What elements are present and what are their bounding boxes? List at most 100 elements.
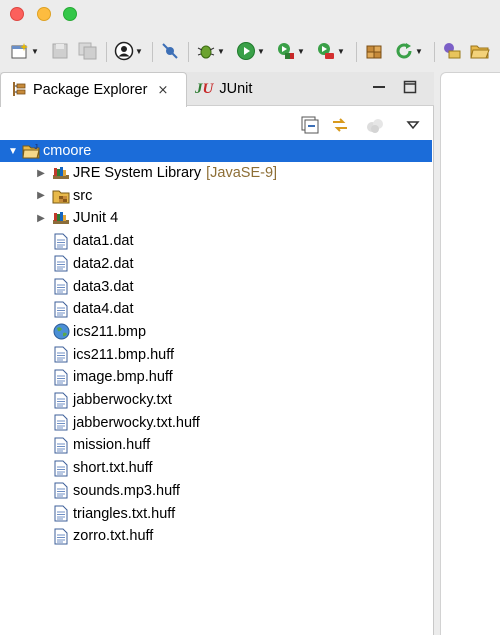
tree-item-label: data3.dat [73,278,134,295]
refresh-button[interactable]: ▼ [394,38,423,64]
tree-item[interactable]: ▶ JUnit 4 [0,207,118,229]
tree-item-label: data1.dat [73,233,134,250]
file-icon [52,482,70,500]
tree-item[interactable]: ▶ JRE System Library [JavaSE-9] [0,162,277,184]
collapsed-arrow-icon[interactable]: ▶ [34,168,48,179]
tree-item-label: mission.huff [73,437,151,454]
debug-button[interactable]: ▼ [196,38,225,64]
refresh-icon [394,41,414,61]
tree-item-label: JUnit 4 [73,210,119,227]
tab-package-explorer-label: Package Explorer [33,82,148,98]
run-icon [236,41,256,61]
tab-junit-label: JUnit [219,81,253,97]
file-icon [52,368,70,386]
run-coverage-icon [276,41,296,61]
file-icon [52,527,70,545]
toolbar-separator [106,42,107,62]
tree-item[interactable]: zorro.txt.huff [0,525,153,547]
tree-project-label: cmoore [43,143,92,159]
new-package-icon [364,41,384,61]
view-toolbar [0,110,434,138]
svg-text:J: J [34,144,38,151]
save-button[interactable] [50,38,70,64]
close-window-button[interactable] [10,7,24,21]
coverage-button[interactable]: ▼ [276,38,305,64]
package-explorer-panel: Package Explorer ⨯ JU JUnit ▼ J cmoore ▶… [0,72,434,635]
tree-item-label: data4.dat [73,301,134,318]
tree-item[interactable]: triangles.txt.huff [0,503,175,525]
tree-item[interactable]: data4.dat [0,298,133,320]
view-menu-icon [406,121,420,130]
file-icon [52,391,70,409]
collapsed-arrow-icon[interactable]: ▶ [34,190,48,201]
maximize-icon [403,80,417,94]
tree-item-label: short.txt.huff [73,460,153,477]
file-icon [52,300,70,318]
tree-item-label: src [73,187,93,204]
tree-item[interactable]: jabberwocky.txt [0,389,172,411]
tree-item-label: jabberwocky.txt [73,392,172,408]
library-icon [52,164,70,182]
file-icon [52,232,70,250]
tree-item-label: jabberwocky.txt.huff [73,414,200,431]
tree-item[interactable]: ics211.bmp [0,321,146,343]
tree-item-label: ics211.bmp.huff [73,346,175,363]
skip-breakpoints-button[interactable] [160,38,180,64]
tree-item[interactable]: image.bmp.huff [0,366,173,388]
tree-item[interactable]: ics211.bmp.huff [0,344,174,366]
external-tools-button[interactable]: ▼ [316,38,345,64]
minimize-view-button[interactable] [372,80,386,94]
focus-task-button[interactable] [364,114,386,136]
tree-item[interactable]: data2.dat [0,253,133,275]
tree-item[interactable]: short.txt.huff [0,457,153,479]
tree-item[interactable]: data1.dat [0,230,133,252]
open-type-button[interactable] [441,38,461,64]
toolbar-separator [356,42,357,62]
person-icon [114,41,134,61]
tree-item[interactable]: data3.dat [0,276,133,298]
library-icon [52,209,70,227]
globe-icon [52,323,70,341]
package-explorer-icon [11,81,27,100]
collapse-all-button[interactable] [299,114,321,136]
maximize-view-button[interactable] [403,80,417,94]
tree-item[interactable]: sounds.mp3.huff [0,480,180,502]
tree-item[interactable]: jabberwocky.txt.huff [0,412,200,434]
open-folder-button[interactable] [470,38,490,64]
tree-item[interactable]: ▶ src [0,185,92,207]
save-all-button[interactable] [78,38,98,64]
source-folder-icon [52,187,70,205]
new-package-button[interactable] [364,38,384,64]
tab-package-explorer[interactable]: Package Explorer ⨯ [0,72,187,107]
project-folder-icon: J [22,142,40,160]
tree-item-label: ics211.bmp [73,323,147,340]
expanded-arrow-icon[interactable]: ▼ [6,146,20,157]
tree-project-cmoore[interactable]: ▼ J cmoore [0,140,432,162]
run-button[interactable]: ▼ [236,38,265,64]
minimize-window-button[interactable] [37,7,51,21]
tree-item-label: image.bmp.huff [73,369,173,386]
view-tab-bar: Package Explorer ⨯ JU JUnit [0,72,434,107]
open-type-icon [441,41,461,61]
new-wizard-button[interactable]: ▼ [10,38,39,64]
view-menu-button[interactable] [402,114,424,136]
tree-item-label: triangles.txt.huff [73,505,176,522]
file-icon [52,278,70,296]
file-icon [52,346,70,364]
collapsed-arrow-icon[interactable]: ▶ [34,213,48,224]
tree-item-label: sounds.mp3.huff [73,482,180,499]
file-icon [52,459,70,477]
zoom-window-button[interactable] [63,7,77,21]
open-folder-icon [470,41,490,61]
junit-icon: JU [195,80,214,97]
link-with-editor-button[interactable] [329,114,351,136]
tree-item[interactable]: mission.huff [0,434,150,456]
editor-area [440,72,500,635]
link-with-editor-icon [333,118,347,132]
file-icon [52,436,70,454]
focus-task-icon [367,119,383,133]
perspective-button[interactable]: ▼ [114,38,143,64]
tab-junit[interactable]: JU JUnit [195,72,252,106]
close-tab-icon[interactable]: ⨯ [157,82,168,98]
tree-item-label: data2.dat [73,255,134,272]
